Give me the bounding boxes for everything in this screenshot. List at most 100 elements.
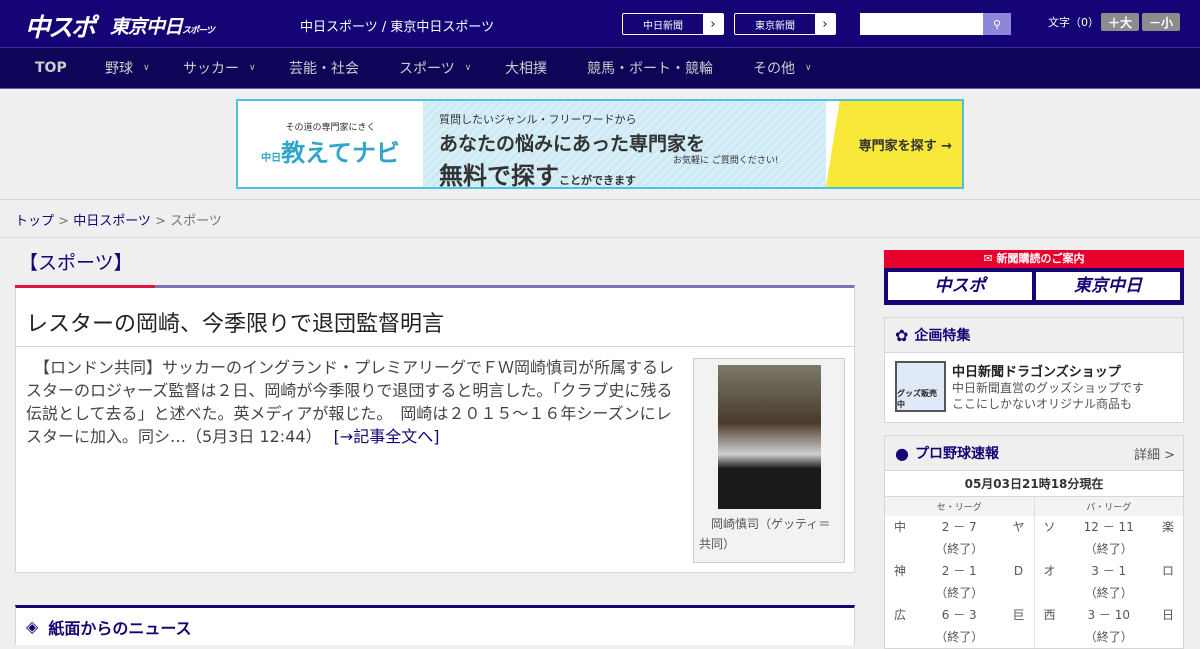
tokyo-shimbun-link[interactable]: 東京新聞 ›: [734, 13, 836, 35]
away-team: ヤ: [1012, 520, 1025, 534]
home-team: 中: [893, 520, 906, 534]
ticket-icon: ✉: [983, 252, 997, 265]
nav-label: 大相撲: [505, 61, 547, 77]
search-box: ⚲: [860, 13, 1011, 35]
section-title: 紙面からのニュース: [48, 618, 192, 638]
game-status: （終了）: [1084, 542, 1133, 556]
ad-question: 質問したいジャンル・フリーワードから: [439, 113, 637, 126]
league-column: パ・リーグソ 12 － 11 楽 （終了） オ 3 － 1 ロ （終了） 西 3 － 10 日 （終了…: [1033, 497, 1184, 648]
chunichi-shimbun-link[interactable]: 中日新聞 ›: [622, 13, 724, 35]
away-team: ロ: [1161, 564, 1174, 578]
subscribe-tokyo-button[interactable]: 東京中日: [1036, 272, 1180, 300]
print-news-section: ◈ 紙面からのニュース: [15, 605, 855, 645]
nav-sumo[interactable]: 大相撲: [505, 58, 547, 78]
chuspo-logo[interactable]: 中スポ: [25, 8, 96, 44]
baseball-scores-box: ● プロ野球速報 詳細 > 05月03日21時18分現在 セ・リーグ中 2 － 7 ヤ （…: [884, 435, 1184, 649]
ad-headline2: 無料で探す: [439, 162, 559, 190]
game-score[interactable]: 西 3 － 10 日 （終了）: [1035, 604, 1184, 648]
ad-brand-name: 教えてナビ: [281, 139, 400, 167]
logo-text: 東京中日: [110, 16, 183, 38]
ribbon-icon: ✿: [895, 325, 909, 345]
nav-sports[interactable]: スポーツ ∨: [399, 58, 471, 78]
newspaper-icon: ◈: [26, 617, 39, 636]
oshiete-navi-banner[interactable]: その道の専門家にきく 中日教えてナビ 質問したいジャンル・フリーワードから あなた…: [236, 99, 964, 190]
ad-message: 質問したいジャンル・フリーワードから あなたの悩みにあった専門家を 無料で探すこ…: [423, 101, 826, 190]
game-score[interactable]: 中 2 － 7 ヤ （終了）: [885, 516, 1034, 560]
scores-timestamp: 05月03日21時18分現在: [885, 471, 1183, 497]
breadcrumb: トップ > 中日スポーツ > スポーツ: [0, 200, 1200, 238]
away-team: D: [1013, 564, 1024, 578]
game-status: （終了）: [935, 630, 984, 644]
home-team: 神: [893, 564, 906, 578]
font-size-label: 文字（0）: [1048, 16, 1099, 29]
nav-entertainment[interactable]: 芸能・社会: [289, 58, 359, 78]
nav-label: 競馬・ボート・競輪: [587, 61, 713, 77]
nav-label: その他: [753, 61, 795, 77]
subscription-banner: ✉ 新聞購読のご案内 中スポ 東京中日: [884, 250, 1184, 305]
article-body: 【ロンドン共同】サッカーのイングランド・プレミアリーグでＦＷ岡崎慎司が所属するレ…: [26, 356, 684, 448]
game-status: （終了）: [935, 586, 984, 600]
player-photo[interactable]: [718, 365, 821, 509]
breadcrumb-parent[interactable]: 中日スポーツ: [73, 214, 151, 229]
game-score[interactable]: オ 3 － 1 ロ （終了）: [1035, 560, 1184, 604]
subscribe-chuspo-button[interactable]: 中スポ: [888, 272, 1032, 300]
search-input[interactable]: [860, 13, 983, 35]
ad-headline: あなたの悩みにあった専門家を: [439, 133, 706, 155]
nav-label: スポーツ: [399, 61, 455, 77]
chevron-down-icon: ∨: [464, 63, 472, 73]
home-team: オ: [1043, 564, 1056, 578]
nav-soccer[interactable]: サッカー ∨: [183, 58, 256, 78]
chevron-down-icon: ∨: [249, 63, 256, 73]
nav-racing[interactable]: 競馬・ボート・競輪: [587, 58, 713, 78]
main-nav: TOP 野球 ∨ サッカー ∨ 芸能・社会 スポーツ ∨ 大相撲 競馬・ボート・競輪 …: [0, 48, 1200, 89]
game-score[interactable]: ソ 12 － 11 楽 （終了）: [1035, 516, 1184, 560]
ad-headline2-small: ことができます: [559, 174, 636, 187]
link-label: 中日新聞: [643, 20, 683, 32]
nav-top[interactable]: TOP: [35, 60, 67, 76]
league-name: セ・リーグ: [885, 497, 1034, 516]
tagline: 中日スポーツ / 東京中日スポーツ: [300, 20, 495, 35]
font-increase-button[interactable]: ＋大: [1101, 13, 1139, 31]
nav-other[interactable]: その他 ∨: [753, 58, 812, 78]
home-team: 広: [893, 608, 906, 622]
link-label: 東京新聞: [755, 20, 795, 32]
tokyo-chunichi-logo[interactable]: 東京中日スポーツ: [110, 12, 215, 39]
ad-cta[interactable]: 専門家を探す →: [826, 101, 962, 187]
score: 6 － 3: [941, 608, 977, 622]
leagues: セ・リーグ中 2 － 7 ヤ（終了）神 2 － 1 D （終了）広 6 － 3 巨（終了） パ・…: [885, 497, 1183, 648]
search-icon[interactable]: ⚲: [983, 13, 1011, 35]
feature-title: 企画特集: [914, 328, 971, 344]
ad-brand-prefix: 中日: [261, 153, 282, 164]
logo-small-text: スポーツ: [182, 26, 215, 36]
article-photo: 岡崎慎司（ゲッティ＝共同）: [693, 358, 845, 563]
shop-desc: 中日新聞直営のグッズショップです: [952, 381, 1145, 395]
breadcrumb-top[interactable]: トップ: [15, 214, 54, 229]
font-decrease-button[interactable]: －小: [1142, 13, 1180, 31]
read-full-article-link[interactable]: [→記事全文へ]: [334, 427, 440, 446]
game-score[interactable]: 神 2 － 1 D （終了）: [885, 560, 1034, 604]
game-status: （終了）: [1084, 630, 1133, 644]
league-name: パ・リーグ: [1034, 497, 1183, 516]
article-card: レスターの岡崎、今季限りで退団監督明言 【ロンドン共同】サッカーのイングランド・…: [15, 285, 855, 573]
baseball-title: プロ野球速報: [914, 446, 999, 462]
shop-desc: ここにしかないオリジナル商品も: [952, 397, 1133, 411]
baseball-icon: ●: [895, 443, 909, 463]
photo-caption: 岡崎慎司（ゲッティ＝共同）: [699, 517, 831, 551]
nav-label: 野球: [105, 61, 133, 77]
sidebar: ✉ 新聞購読のご案内 中スポ 東京中日 ✿ 企画特集 グッズ販売中 中日新聞ドラゴン…: [884, 250, 1184, 649]
baseball-detail-link[interactable]: 詳細 >: [1134, 444, 1175, 463]
nav-label: 芸能・社会: [289, 61, 359, 77]
category-heading: 【スポーツ】: [19, 252, 133, 274]
nav-baseball[interactable]: 野球 ∨: [105, 58, 150, 78]
score: 3 － 10: [1087, 608, 1131, 622]
breadcrumb-current: スポーツ: [170, 214, 222, 229]
away-team: 巨: [1012, 608, 1025, 622]
site-header: 中スポ 東京中日スポーツ 中日スポーツ / 東京中日スポーツ 中日新聞 › 東京新…: [0, 0, 1200, 48]
game-status: （終了）: [1084, 586, 1133, 600]
subscription-title: ✉ 新聞購読のご案内: [884, 250, 1184, 268]
game-score[interactable]: 広 6 － 3 巨 （終了）: [885, 604, 1034, 648]
league-column: セ・リーグ中 2 － 7 ヤ （終了） 神 2 － 1 D （終了） 広 6 － 3 巨 （終了）: [885, 497, 1034, 648]
dragons-shop-item[interactable]: グッズ販売中 中日新聞ドラゴンズショップ 中日新聞直営のグッズショップです ここにし…: [885, 353, 1183, 422]
home-team: 西: [1043, 608, 1056, 622]
ad-note: お気軽に ご質問ください!: [673, 156, 779, 166]
